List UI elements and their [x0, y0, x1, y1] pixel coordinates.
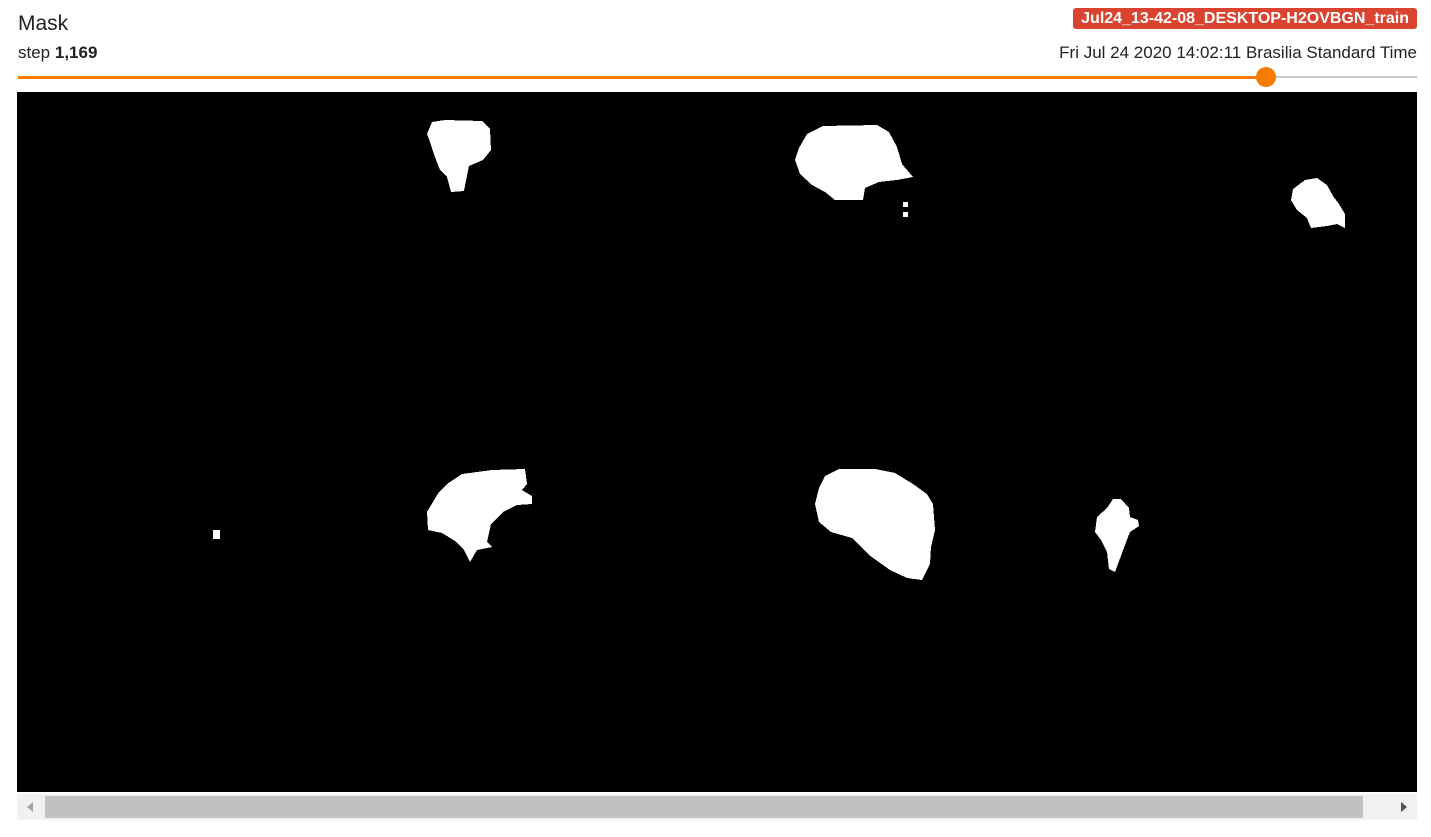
- scroll-right-button[interactable]: [1391, 794, 1417, 820]
- run-badge: Jul24_13-42-08_DESKTOP-H2OVBGN_train: [1073, 8, 1417, 29]
- mask-image: [17, 92, 1417, 792]
- step-prefix: step: [18, 43, 51, 62]
- horizontal-scrollbar[interactable]: [17, 794, 1417, 820]
- mask-blob: [427, 469, 532, 562]
- mask-blob: [815, 469, 935, 580]
- step-value: 1,169: [54, 43, 98, 62]
- mask-blob: [427, 120, 491, 192]
- mask-speck: [903, 212, 908, 217]
- mask-image-svg: [213, 120, 1345, 580]
- step-label: step 1,169: [18, 42, 97, 64]
- card-title: Mask: [18, 12, 69, 35]
- scroll-left-button[interactable]: [17, 794, 43, 820]
- chevron-left-icon: [27, 802, 33, 812]
- mask-blob: [1291, 178, 1345, 228]
- mask-speck: [213, 530, 220, 539]
- slider-thumb[interactable]: [1255, 67, 1276, 87]
- mask-speck: [903, 202, 908, 207]
- scroll-thumb[interactable]: [45, 796, 1363, 818]
- mask-blob: [1095, 499, 1139, 572]
- slider-fill: [18, 76, 1266, 79]
- timestamp: Fri Jul 24 2020 14:02:11 Brasilia Standa…: [1059, 43, 1417, 62]
- mask-blob: [795, 125, 913, 200]
- chevron-right-icon: [1401, 802, 1407, 812]
- step-slider[interactable]: [18, 67, 1417, 87]
